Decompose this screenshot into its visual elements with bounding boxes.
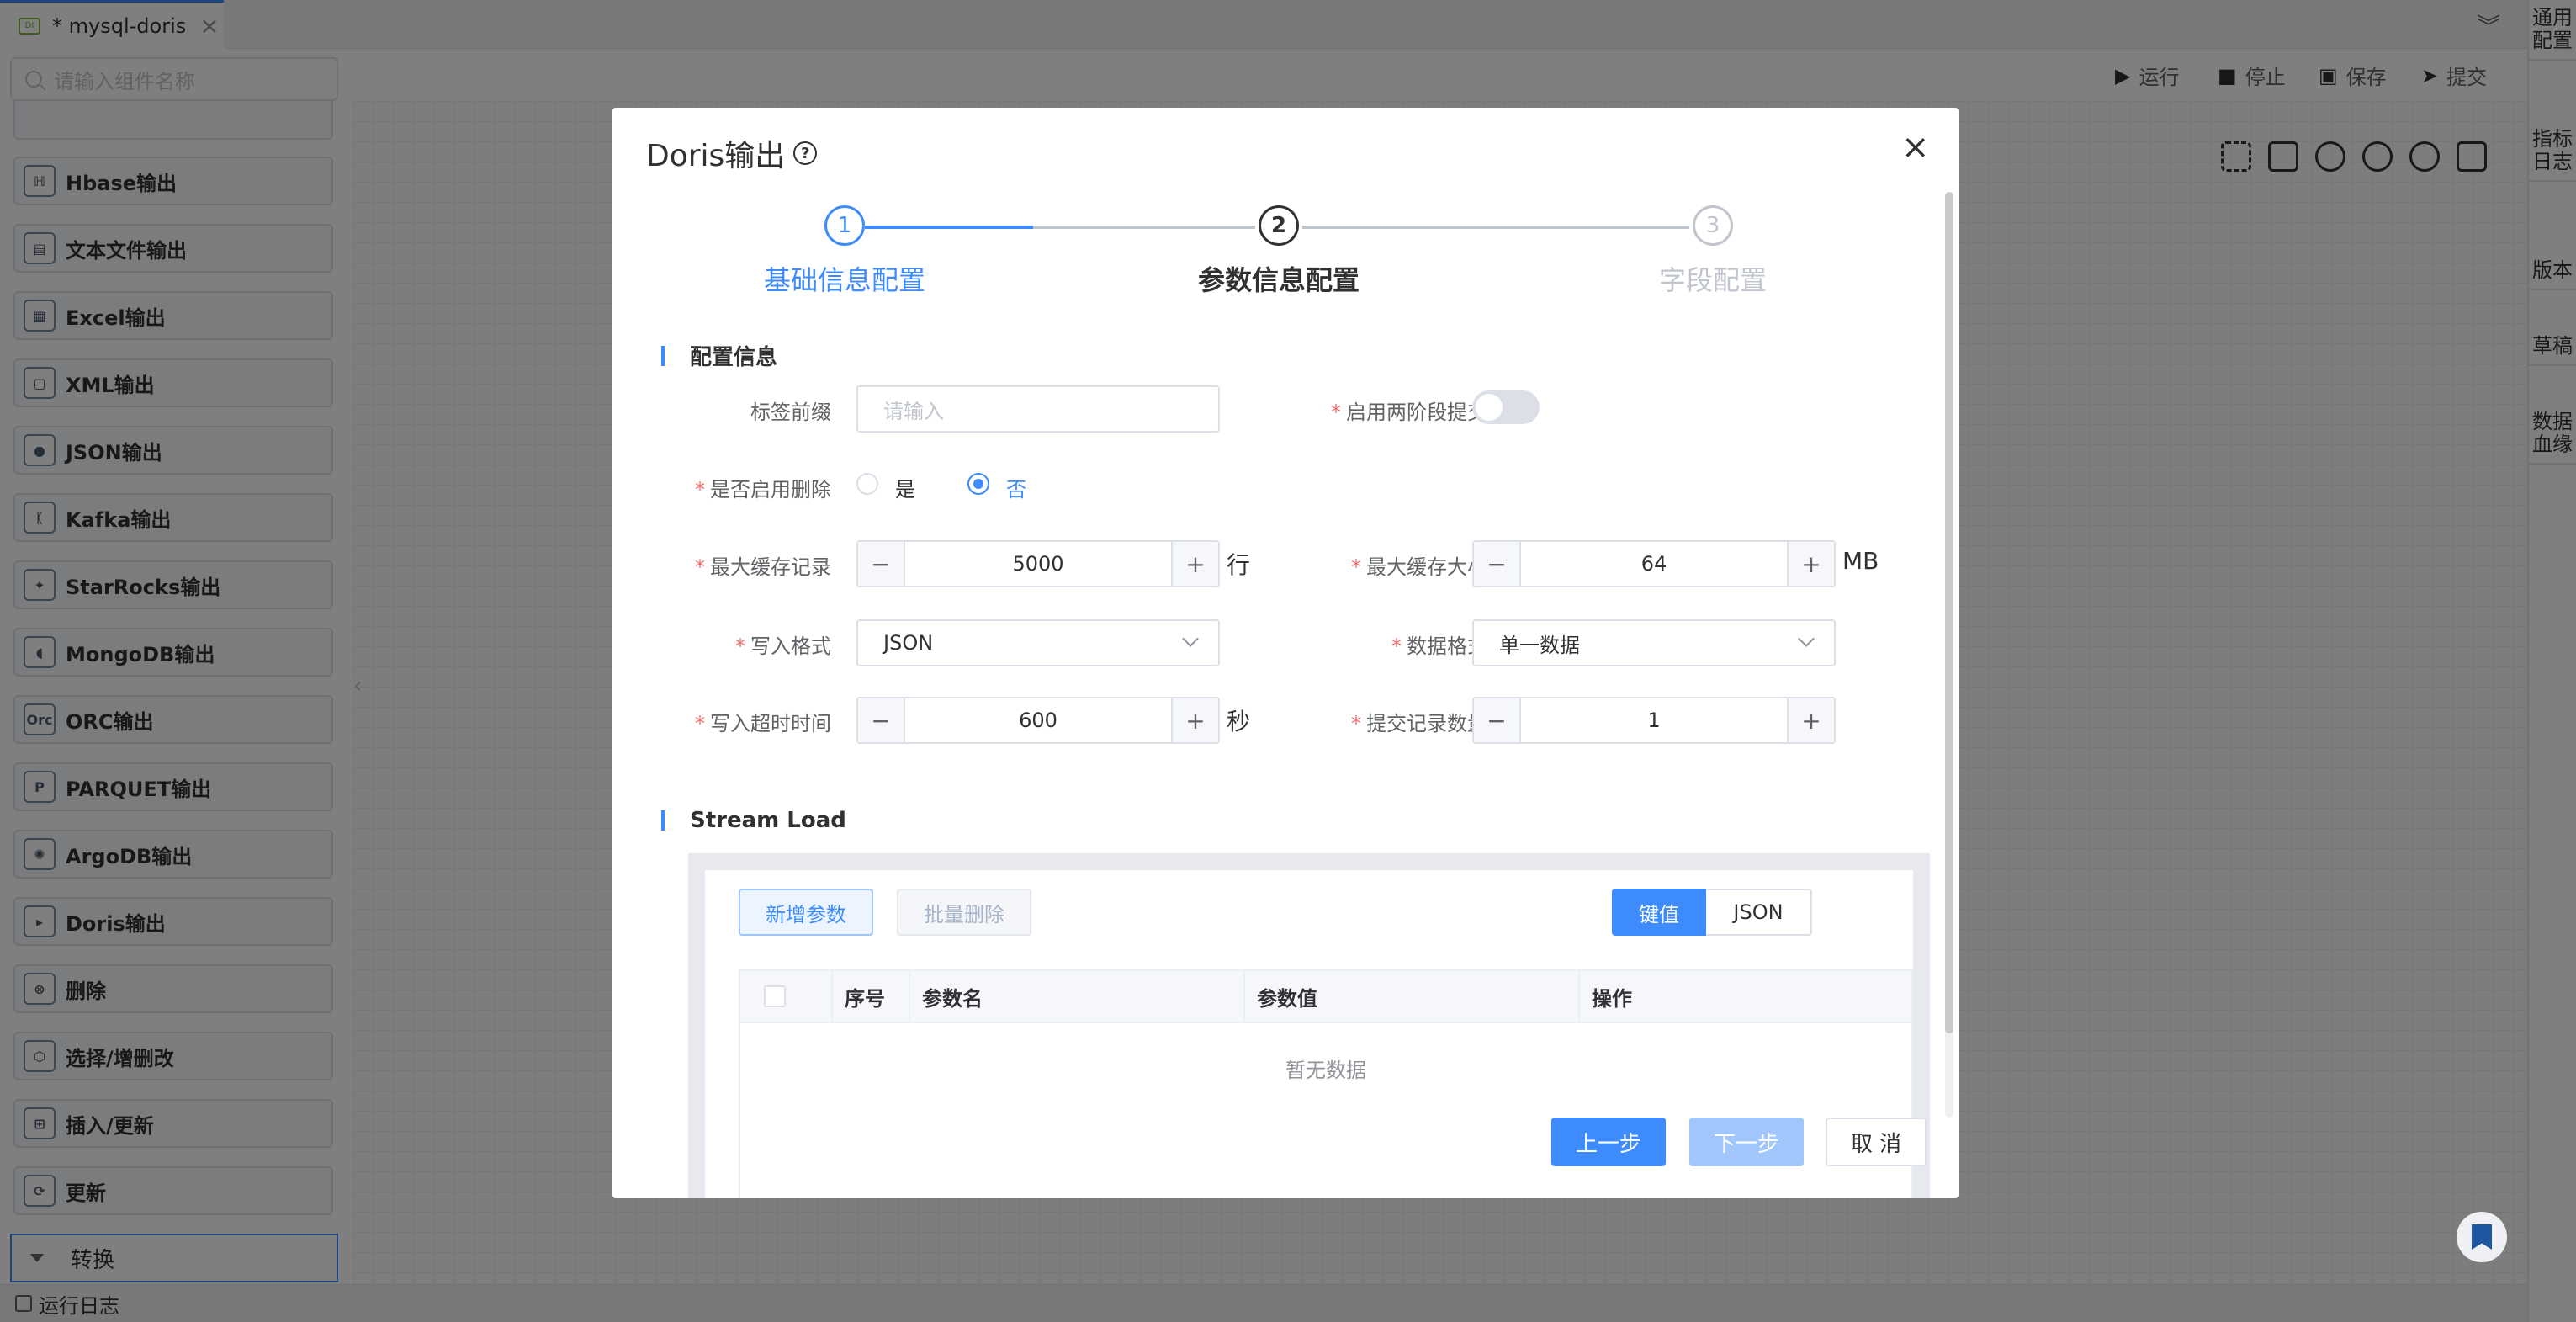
step-1-label: 基础信息配置: [763, 264, 925, 296]
batch-delete-button[interactable]: 批量删除: [897, 889, 1031, 936]
step-line-1: [865, 226, 1033, 229]
write-format-label: * 写入格式: [735, 634, 831, 658]
increment-button[interactable]: +: [1787, 542, 1834, 586]
increment-button[interactable]: +: [1787, 698, 1834, 742]
dialog-title: Doris输出 ?: [646, 131, 818, 175]
two-phase-commit-label: * 启用两阶段提交: [1331, 401, 1487, 424]
write-format-value: JSON: [883, 631, 934, 655]
data-format-value: 单一数据: [1499, 633, 1580, 657]
step-1-circle: 1: [824, 205, 865, 246]
data-format-label: * 数据格式: [1391, 634, 1487, 658]
step-3-circle: 3: [1693, 205, 1733, 246]
prev-step-button[interactable]: 上一步: [1551, 1118, 1666, 1166]
seg-key-value[interactable]: 键值: [1612, 889, 1706, 936]
max-cache-size-stepper: − 64 +: [1472, 540, 1836, 587]
scrollbar-thumb[interactable]: [1945, 192, 1953, 1033]
decrement-button[interactable]: −: [1474, 698, 1521, 742]
max-cache-records-stepper: − 5000 +: [856, 540, 1220, 587]
max-cache-records-value[interactable]: 5000: [905, 542, 1171, 586]
decrement-button[interactable]: −: [1474, 542, 1521, 586]
step-line-2: [1302, 226, 1689, 229]
section-stream-load-title: Stream Load: [661, 808, 846, 833]
decrement-button[interactable]: −: [858, 698, 905, 742]
two-phase-commit-switch[interactable]: [1472, 390, 1540, 424]
col-param-name: 参数名: [910, 971, 1245, 1022]
commit-count-label: * 提交记录数量: [1351, 712, 1487, 735]
bookmark-float-button[interactable]: [2457, 1212, 2507, 1262]
increment-button[interactable]: +: [1171, 542, 1218, 586]
write-timeout-stepper: − 600 +: [856, 697, 1220, 744]
write-timeout-label: * 写入超时时间: [695, 712, 831, 735]
next-step-button[interactable]: 下一步: [1689, 1118, 1804, 1166]
max-cache-size-unit: MB: [1842, 547, 1879, 575]
select-all-checkbox[interactable]: [764, 985, 786, 1007]
enable-delete-yes-radio[interactable]: [856, 473, 878, 495]
section-config-text: 配置信息: [690, 345, 778, 370]
section-marker: [661, 345, 665, 366]
max-cache-size-label: * 最大缓存大小: [1351, 555, 1487, 579]
write-format-select[interactable]: JSON: [856, 619, 1220, 666]
params-table-body: 暂无数据: [739, 1023, 1913, 1198]
tag-prefix-label: 标签前缀: [750, 401, 831, 424]
write-timeout-value[interactable]: 600: [905, 698, 1171, 742]
section-stream-text: Stream Load: [690, 808, 846, 833]
enable-delete-yes-label[interactable]: 是: [895, 473, 915, 502]
section-config-title: 配置信息: [661, 340, 777, 371]
step-3-label: 字段配置: [1658, 264, 1767, 296]
max-cache-records-label: * 最大缓存记录: [695, 555, 831, 579]
step-2-label: 参数信息配置: [1197, 264, 1360, 296]
chevron-down-icon: [1182, 630, 1199, 647]
dialog-close-icon[interactable]: ×: [1901, 128, 1930, 167]
dialog-title-text: Doris输出: [646, 139, 786, 173]
step-line-1b: [1033, 226, 1255, 229]
col-param-value: 参数值: [1245, 971, 1580, 1022]
increment-button[interactable]: +: [1171, 698, 1218, 742]
dialog-scrollbar[interactable]: [1945, 192, 1953, 1118]
commit-count-stepper: − 1 +: [1472, 697, 1836, 744]
view-mode-toggle: 键值 JSON: [1612, 889, 1812, 936]
enable-delete-no-radio[interactable]: [967, 473, 989, 495]
header-checkbox-cell: [740, 971, 833, 1022]
data-format-select[interactable]: 单一数据: [1472, 619, 1836, 666]
chevron-down-icon: [1798, 630, 1815, 647]
commit-count-value[interactable]: 1: [1521, 698, 1787, 742]
bookmark-icon: [2472, 1224, 2492, 1250]
tag-prefix-input[interactable]: 请输入: [856, 385, 1220, 433]
col-index: 序号: [833, 971, 910, 1022]
section-marker: [661, 810, 665, 831]
max-cache-size-value[interactable]: 64: [1521, 542, 1787, 586]
add-param-button[interactable]: 新增参数: [739, 889, 873, 936]
help-icon[interactable]: ?: [793, 141, 818, 165]
step-2-circle: 2: [1259, 205, 1299, 246]
enable-delete-label: * 是否启用删除: [695, 478, 831, 502]
empty-text: 暂无数据: [1285, 1059, 1366, 1082]
enable-delete-no-label[interactable]: 否: [1006, 473, 1026, 502]
switch-knob: [1476, 394, 1503, 421]
doris-output-dialog: Doris输出 ? × 1 2 3 基础信息配置 参数信息配置 字段配置 配置信…: [612, 108, 1959, 1198]
seg-json[interactable]: JSON: [1706, 889, 1812, 936]
col-actions: 操作: [1592, 986, 1632, 1011]
cancel-button[interactable]: 取 消: [1826, 1118, 1927, 1166]
decrement-button[interactable]: −: [858, 542, 905, 586]
params-table-header: 序号 参数名 参数值 操作: [739, 969, 1913, 1023]
